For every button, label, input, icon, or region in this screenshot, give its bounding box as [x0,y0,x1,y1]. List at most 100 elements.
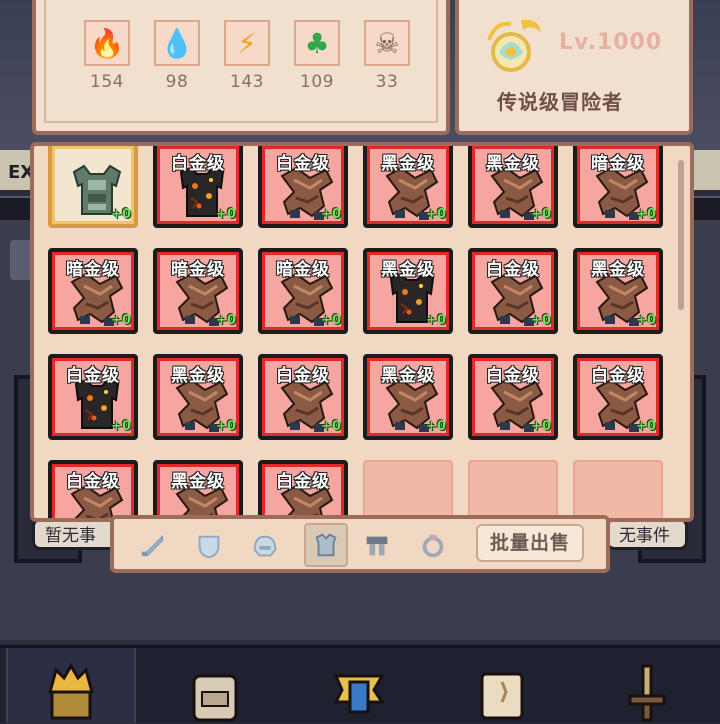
resource-item[interactable]: ☠ 33 [364,20,410,92]
inventory-slot[interactable]: 白金级 [48,460,138,518]
inventory-scrollbar[interactable] [678,160,684,310]
resource-count: 109 [300,72,334,92]
item-tier-label: 黑金级 [381,366,435,386]
item-enhance-level: +0 [111,419,131,434]
inventory-slot[interactable]: 黑金级 +0 [363,354,453,440]
inventory-slot[interactable]: 黑金级 +0 [363,248,453,334]
resource-item[interactable]: ♣ 109 [294,20,340,92]
helmet-icon [253,535,277,557]
boots-icon [366,536,388,556]
inventory-slot[interactable]: 黑金级 +0 [468,146,558,228]
tab-boots[interactable] [360,529,394,563]
item-enhance-level: +0 [216,419,236,434]
armor-icon [315,533,337,557]
item-enhance-level: +0 [636,313,656,328]
item-enhance-level: +0 [321,419,341,434]
bulk-sell-button[interactable]: 批量出售 [476,524,584,562]
item-tier-label: 暗金级 [591,154,645,174]
spellbook-icon [480,672,524,720]
item-tier-label: 白金级 [171,154,225,174]
inventory-slot[interactable]: 白金级 +0 [48,354,138,440]
inventory-slot[interactable]: 白金级 +0 [468,248,558,334]
inventory-slot[interactable]: 白金级 [258,460,348,518]
inventory-slot[interactable]: 黑金级 +0 [153,354,243,440]
resource-count: 98 [165,72,189,92]
resource-count: 143 [230,72,264,92]
inventory-slot[interactable]: 白金级 +0 [258,354,348,440]
inventory-slot[interactable]: +0 [48,146,138,228]
item-tier-label: 白金级 [486,260,540,280]
player-rank: 传说级冒险者 [497,90,623,114]
inventory-slot[interactable]: 黑金级 [153,460,243,518]
item-enhance-level: +0 [636,207,656,222]
item-tier-label: 暗金级 [171,260,225,280]
item-enhance-level: +0 [426,207,446,222]
right-event-label: 无事件 [606,518,688,550]
resources-panel: 🔥 154 💧 98 ⚡ 143 ♣ 109 ☠ 33 [32,0,450,135]
item-tier-label: 白金级 [276,154,330,174]
nav-crown-helmet[interactable] [6,648,136,723]
inventory-slot[interactable]: 白金级 +0 [258,146,348,228]
empty-slot[interactable] [573,460,663,518]
fire-gem-icon: 🔥 [84,20,130,66]
inventory-slot[interactable]: 白金级 +0 [573,354,663,440]
item-tier-label: 白金级 [276,472,330,492]
item-tier-label: 白金级 [66,366,120,386]
item-tier-label: 暗金级 [276,260,330,280]
inventory-slot[interactable]: 暗金级 +0 [48,248,138,334]
item-enhance-level: +0 [531,419,551,434]
skull-gem-icon: ☠ [364,20,410,66]
inventory-slot[interactable]: 暗金级 +0 [573,146,663,228]
tab-shield[interactable] [192,529,226,563]
item-enhance-level: +0 [426,419,446,434]
backpack-icon [192,674,238,722]
item-enhance-level: +0 [426,313,446,328]
water-gem-icon: 💧 [154,20,200,66]
resource-item[interactable]: 🔥 154 [84,20,130,92]
inventory-slot[interactable]: 白金级 +0 [153,146,243,228]
tab-ring[interactable] [416,529,450,563]
tab-helmet[interactable] [248,529,282,563]
inventory-slot[interactable]: 黑金级 +0 [573,248,663,334]
resource-item[interactable]: 💧 98 [154,20,200,92]
nav-guild-banner[interactable] [294,648,424,723]
nature-gem-icon: ♣ [294,20,340,66]
item-enhance-level: +0 [636,419,656,434]
item-enhance-level: +0 [321,207,341,222]
item-tier-label: 黑金级 [171,366,225,386]
item-enhance-level: +0 [531,313,551,328]
item-enhance-level: +0 [216,313,236,328]
crown-helmet-icon [48,663,94,720]
inventory-slot[interactable]: 暗金级 +0 [153,248,243,334]
tab-armor[interactable] [304,523,348,567]
guild-banner-icon [333,674,385,714]
player-panel: Lv.1000 传说级冒险者 [455,0,693,135]
item-tier-label: 黑金级 [591,260,645,280]
sword-icon [141,534,164,557]
resource-count: 33 [375,72,399,92]
sword-hilt-icon [628,664,666,722]
nav-sword-hilt[interactable] [582,648,712,723]
item-enhance-level: +0 [111,313,131,328]
item-enhance-level: +0 [531,207,551,222]
item-enhance-level: +0 [216,207,236,222]
item-tier-label: 黑金级 [486,154,540,174]
inventory-slot[interactable]: 白金级 +0 [468,354,558,440]
resource-item[interactable]: ⚡ 143 [224,20,270,92]
inventory-panel: +0 白金级 +0 白金级 +0 黑金级 +0 黑金级 +0 暗金级 +0 暗金级 +0 暗金级 +0 暗金级… [30,142,694,522]
item-tier-label: 白金级 [591,366,645,386]
empty-slot[interactable] [363,460,453,518]
nav-backpack[interactable] [150,648,280,723]
shield-icon [198,535,220,559]
tab-sword[interactable] [136,529,170,563]
empty-slot[interactable] [468,460,558,518]
lightning-gem-icon: ⚡ [224,20,270,66]
item-tier-label: 白金级 [276,366,330,386]
inventory-slot[interactable]: 黑金级 +0 [363,146,453,228]
item-enhance-level: +0 [321,313,341,328]
nav-spellbook[interactable] [438,648,568,723]
item-tier-label: 暗金级 [66,260,120,280]
item-tier-label: 黑金级 [381,154,435,174]
inventory-slot[interactable]: 暗金级 +0 [258,248,348,334]
item-tier-label: 黑金级 [381,260,435,280]
